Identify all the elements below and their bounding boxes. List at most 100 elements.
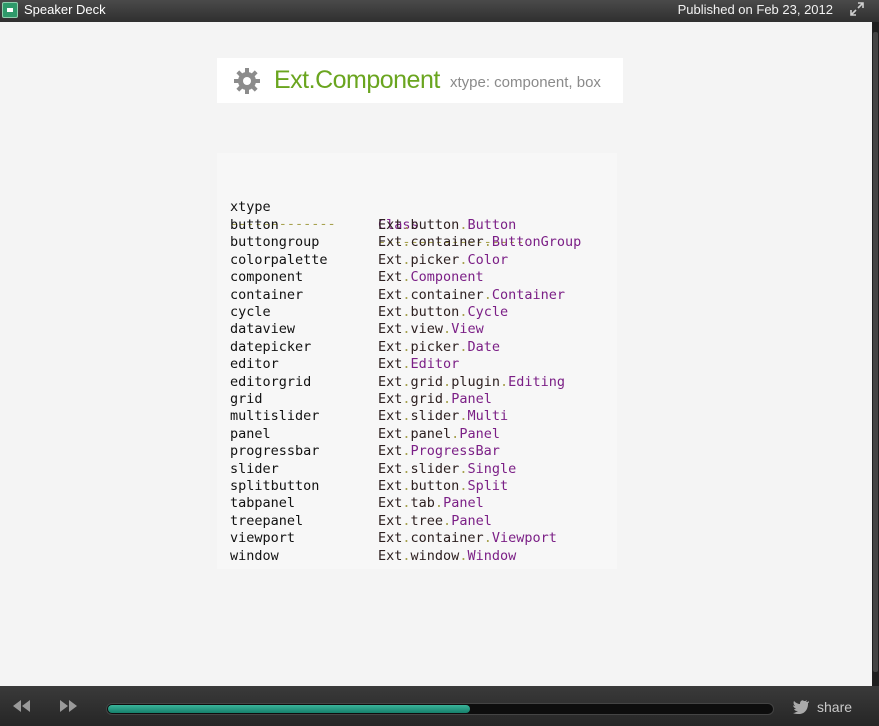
class-separator: . bbox=[402, 425, 411, 442]
class-separator: . bbox=[443, 373, 452, 390]
class-name: Date bbox=[467, 338, 500, 355]
class-name: Panel bbox=[451, 512, 492, 529]
code-row: editorgrid Ext.grid.plugin.Editing bbox=[217, 373, 617, 391]
scrollbar[interactable] bbox=[872, 22, 879, 686]
class-namespace: Ext bbox=[378, 304, 403, 320]
scrollbar-thumb[interactable] bbox=[873, 32, 878, 672]
slide-subtitle: xtype: component, box bbox=[450, 74, 601, 91]
xtype-value: cycle bbox=[230, 304, 271, 320]
class-namespace: container bbox=[410, 286, 484, 303]
class-namespace: slider bbox=[410, 408, 460, 425]
next-slide-button[interactable] bbox=[56, 697, 80, 715]
xtype-value: multislider bbox=[230, 408, 320, 425]
class-value: Ext.Editor bbox=[378, 355, 459, 373]
class-separator: . bbox=[402, 269, 411, 286]
xtype-value: splitbutton bbox=[230, 478, 320, 494]
gear-icon bbox=[234, 68, 260, 94]
xtype-value: colorpalette bbox=[230, 251, 328, 268]
code-row: editor Ext.Editor bbox=[217, 355, 617, 373]
speaker-deck-logo-icon[interactable] bbox=[2, 2, 18, 18]
code-row: tabpanel Ext.tab.Panel bbox=[217, 494, 617, 512]
class-separator: . bbox=[443, 321, 452, 338]
slide-progress-bar[interactable] bbox=[106, 703, 774, 715]
class-name: Window bbox=[467, 547, 517, 564]
class-separator: . bbox=[402, 478, 411, 494]
class-namespace: Ext bbox=[378, 286, 403, 303]
top-bar: Speaker Deck Published on Feb 23, 2012 bbox=[0, 0, 879, 22]
rewind-icon bbox=[13, 700, 30, 712]
published-date: Published on Feb 23, 2012 bbox=[677, 2, 833, 17]
class-namespace: Ext bbox=[378, 425, 403, 442]
class-value: Ext.picker.Date bbox=[378, 338, 500, 356]
class-separator: . bbox=[443, 391, 452, 407]
class-separator: . bbox=[402, 408, 411, 425]
class-namespace: plugin bbox=[451, 373, 500, 390]
class-namespace: Ext bbox=[378, 269, 403, 286]
class-namespace: Ext bbox=[378, 391, 403, 407]
class-namespace: Ext bbox=[378, 443, 403, 460]
xtype-value: button bbox=[230, 217, 279, 233]
class-namespace: Ext bbox=[378, 547, 403, 564]
share-label: share bbox=[817, 699, 853, 715]
code-row: slider Ext.slider.Single bbox=[217, 460, 617, 478]
xtype-value: slider bbox=[230, 460, 279, 477]
class-namespace: container bbox=[410, 530, 484, 547]
class-separator: . bbox=[483, 234, 492, 251]
class-namespace: view bbox=[410, 321, 444, 338]
xtype-value: panel bbox=[230, 425, 271, 442]
class-separator: . bbox=[402, 530, 411, 547]
class-namespace: Ext bbox=[378, 217, 403, 233]
class-separator: . bbox=[402, 286, 411, 303]
code-row: container Ext.container.Container bbox=[217, 286, 617, 304]
class-value: Ext.button.Split bbox=[378, 477, 508, 495]
class-namespace: Ext bbox=[378, 338, 403, 355]
class-value: Ext.tree.Panel bbox=[378, 512, 492, 530]
class-value: Ext.view.View bbox=[378, 320, 484, 338]
code-row: button Ext.button.Button bbox=[217, 216, 617, 234]
class-name: Panel bbox=[459, 425, 500, 442]
class-separator: . bbox=[402, 495, 411, 512]
class-separator: . bbox=[402, 321, 411, 338]
class-value: Ext.grid.plugin.Editing bbox=[378, 373, 565, 391]
class-separator: . bbox=[402, 234, 411, 251]
class-namespace: Ext bbox=[378, 234, 403, 251]
class-namespace: tab bbox=[410, 495, 435, 512]
code-row: cycle Ext.button.Cycle bbox=[217, 303, 617, 321]
code-row: component Ext.Component bbox=[217, 268, 617, 286]
class-name: ProgressBar bbox=[410, 443, 500, 460]
class-value: Ext.Component bbox=[378, 268, 484, 286]
class-separator: . bbox=[402, 251, 411, 268]
class-name: Editing bbox=[508, 373, 566, 390]
code-row: dataview Ext.view.View bbox=[217, 320, 617, 338]
class-name: Split bbox=[467, 478, 509, 494]
class-namespace: Ext bbox=[378, 530, 403, 547]
class-separator: . bbox=[402, 373, 411, 390]
class-namespace: Ext bbox=[378, 495, 403, 512]
class-value: Ext.button.Cycle bbox=[378, 303, 508, 321]
class-name: Color bbox=[467, 251, 509, 268]
class-namespace: button bbox=[410, 478, 460, 494]
class-namespace: Ext bbox=[378, 408, 403, 425]
class-separator: . bbox=[402, 217, 411, 233]
slide-title: Ext.Component bbox=[274, 66, 440, 94]
class-value: Ext.slider.Single bbox=[378, 460, 516, 478]
previous-slide-button[interactable] bbox=[10, 697, 34, 715]
class-separator: . bbox=[402, 443, 411, 460]
code-divider-row: ------------- ------------------ bbox=[217, 197, 617, 250]
class-namespace: button bbox=[410, 217, 460, 233]
class-namespace: panel bbox=[410, 425, 452, 442]
class-namespace: container bbox=[410, 234, 484, 251]
code-row: progressbar Ext.ProgressBar bbox=[217, 442, 617, 460]
class-name: Single bbox=[467, 460, 517, 477]
class-separator: . bbox=[402, 460, 411, 477]
class-separator: . bbox=[434, 495, 444, 512]
fullscreen-icon[interactable] bbox=[847, 1, 867, 19]
class-namespace: window bbox=[410, 547, 460, 564]
class-name: Editor bbox=[410, 356, 460, 373]
class-value: Ext.button.Button bbox=[378, 216, 516, 234]
class-separator: . bbox=[402, 356, 411, 373]
xtype-value: viewport bbox=[230, 530, 296, 547]
class-namespace: slider bbox=[410, 460, 460, 477]
xtype-value: editor bbox=[230, 356, 279, 373]
app-name[interactable]: Speaker Deck bbox=[24, 1, 106, 19]
